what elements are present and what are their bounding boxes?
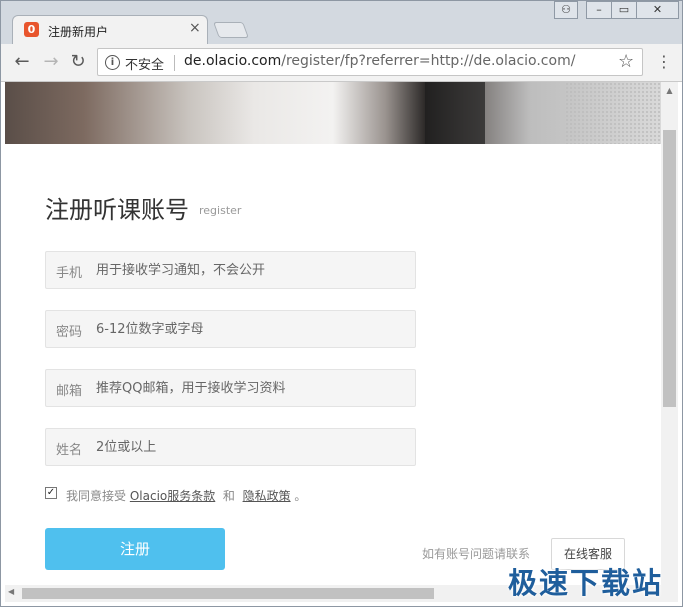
password-input[interactable] bbox=[96, 312, 406, 346]
phone-label: 手机 bbox=[56, 266, 83, 281]
email-input[interactable] bbox=[96, 371, 406, 405]
header-banner-image bbox=[5, 82, 661, 144]
page-viewport: 注册听课账号 register 手机 密码 邮箱 姓名 ✓ 我同意接受 Olac… bbox=[5, 82, 661, 585]
email-label: 邮箱 bbox=[56, 384, 83, 399]
browser-tab[interactable]: 0 注册新用户 × bbox=[12, 15, 208, 44]
url-host: de.olacio.com bbox=[184, 53, 282, 69]
register-button[interactable]: 注册 bbox=[45, 528, 225, 570]
maximize-button[interactable]: ▭ bbox=[611, 1, 637, 19]
password-field[interactable]: 密码 bbox=[45, 310, 416, 348]
tab-title: 注册新用户 bbox=[48, 25, 109, 39]
forward-arrow-icon[interactable]: → bbox=[41, 52, 61, 72]
tab-close-icon[interactable]: × bbox=[189, 20, 201, 36]
minimize-button[interactable]: – bbox=[586, 1, 612, 19]
terms-link[interactable]: Olacio服务条款 bbox=[130, 489, 215, 503]
vertical-scroll-thumb[interactable] bbox=[663, 130, 676, 407]
user-profile-icon[interactable]: ⚇ bbox=[554, 1, 578, 19]
browser-toolbar: ← → ↻ i 不安全 de.olacio.com/register/fp?re… bbox=[0, 44, 683, 82]
privacy-link[interactable]: 隐私政策 bbox=[243, 489, 291, 503]
url-path: /register/fp?referrer=http://de.olacio.c… bbox=[281, 53, 576, 69]
email-field[interactable]: 邮箱 bbox=[45, 369, 416, 407]
url-text[interactable]: de.olacio.com/register/fp?referrer=http:… bbox=[184, 53, 575, 69]
password-label: 密码 bbox=[56, 325, 83, 340]
horizontal-scroll-thumb[interactable] bbox=[22, 588, 434, 599]
close-window-button[interactable]: ✕ bbox=[636, 1, 679, 19]
agree-suffix: 。 bbox=[294, 489, 307, 503]
phone-field[interactable]: 手机 bbox=[45, 251, 416, 289]
scroll-up-icon[interactable]: ▲ bbox=[661, 86, 678, 98]
security-label[interactable]: 不安全 bbox=[125, 54, 164, 73]
agree-checkbox[interactable]: ✓ bbox=[45, 487, 57, 499]
name-label: 姓名 bbox=[56, 443, 83, 458]
browser-menu-icon[interactable]: ⋮ bbox=[656, 52, 672, 72]
new-tab-button[interactable] bbox=[213, 22, 249, 38]
page-title: 注册听课账号 bbox=[45, 196, 189, 224]
watermark: 极速下载站 bbox=[508, 566, 664, 600]
agree-prefix: 我同意接受 bbox=[66, 489, 127, 503]
olacio-favicon-icon: 0 bbox=[24, 22, 39, 37]
address-bar[interactable]: i 不安全 de.olacio.com/register/fp?referrer… bbox=[97, 48, 643, 76]
agree-and: 和 bbox=[222, 489, 235, 503]
reload-icon[interactable]: ↻ bbox=[68, 52, 88, 72]
bookmark-star-icon[interactable]: ☆ bbox=[618, 51, 634, 72]
agreement-text: 我同意接受 Olacio服务条款 和 隐私政策 。 bbox=[66, 487, 306, 504]
info-icon[interactable]: i bbox=[105, 55, 120, 70]
banner-shade bbox=[425, 82, 485, 144]
page-subtitle: register bbox=[199, 204, 242, 217]
back-arrow-icon[interactable]: ← bbox=[12, 52, 32, 72]
phone-input[interactable] bbox=[96, 253, 406, 287]
banner-pattern bbox=[565, 82, 661, 144]
scroll-left-icon[interactable]: ◀ bbox=[8, 587, 14, 596]
address-divider bbox=[174, 55, 175, 71]
name-input[interactable] bbox=[96, 430, 406, 464]
name-field[interactable]: 姓名 bbox=[45, 428, 416, 466]
